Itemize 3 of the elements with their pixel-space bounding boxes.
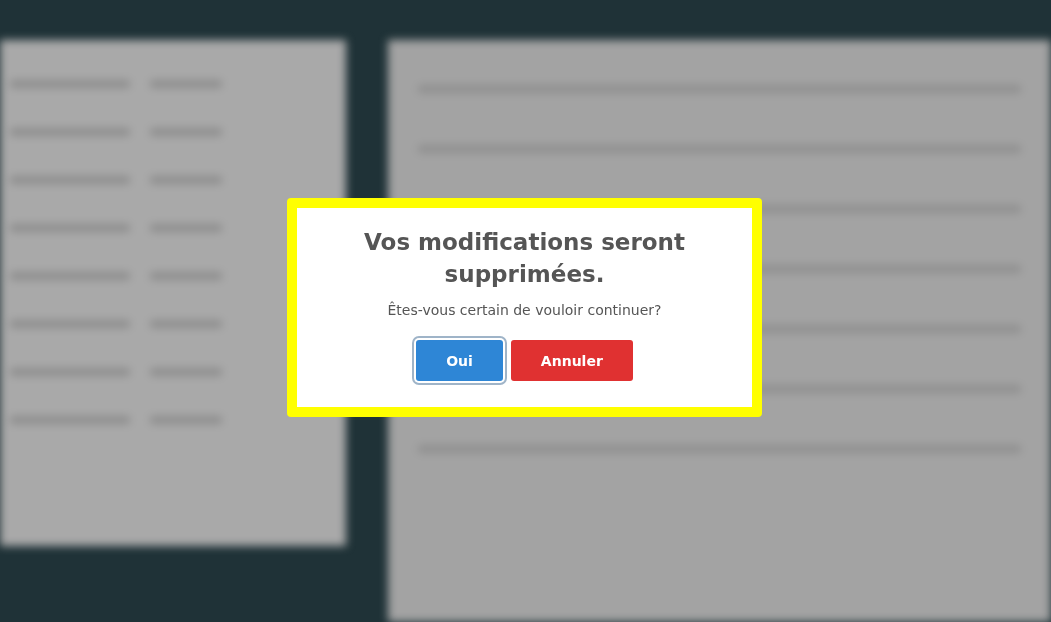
dialog-message: Êtes-vous certain de vouloir continuer? xyxy=(387,302,662,318)
cancel-button[interactable]: Annuler xyxy=(510,340,633,381)
dialog-title: Vos modifications seront supprimées. xyxy=(363,228,686,289)
